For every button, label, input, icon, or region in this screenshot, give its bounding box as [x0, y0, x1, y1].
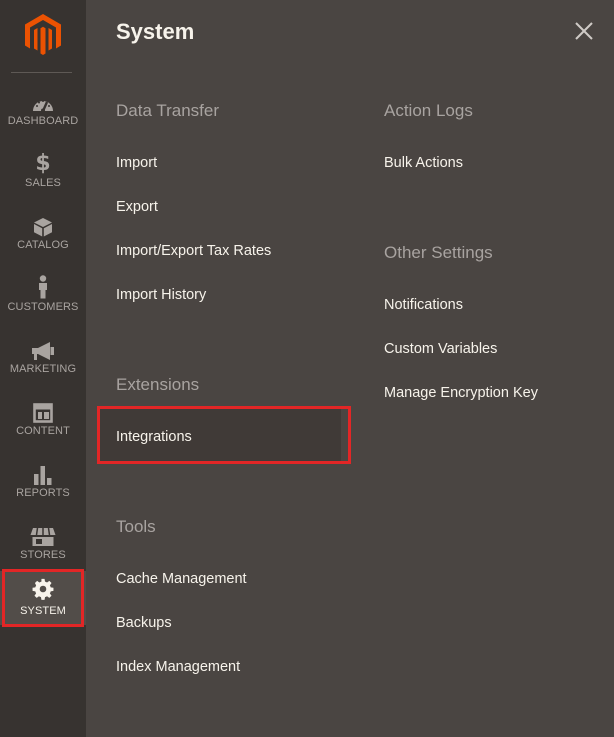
menu-link-import-export-tax-rates[interactable]: Import/Export Tax Rates	[116, 243, 271, 259]
menu-link-backups[interactable]: Backups	[116, 615, 172, 631]
sidebar-item-dashboard[interactable]: DASHBOARD	[0, 87, 86, 149]
layout-icon	[0, 397, 86, 423]
menu-link-cache-management[interactable]: Cache Management	[116, 571, 247, 587]
dollar-icon: $	[35, 151, 51, 176]
menu-link-import-history[interactable]: Import History	[116, 287, 206, 303]
menu-link-index-management[interactable]: Index Management	[116, 659, 240, 675]
sidebar-item-sales[interactable]: $ SALES	[0, 149, 86, 211]
sidebar-divider	[11, 72, 72, 73]
section-title-data-transfer: Data Transfer	[116, 101, 219, 120]
highlight-box	[2, 569, 84, 627]
speedometer-icon	[0, 87, 86, 113]
section-title-tools: Tools	[116, 517, 156, 536]
sidebar-item-marketing[interactable]: MARKETING	[0, 335, 86, 397]
sidebar-item-label: CUSTOMERS	[7, 301, 79, 313]
menu-link-import[interactable]: Import	[116, 155, 157, 171]
megaphone-icon	[0, 335, 86, 361]
magento-logo-icon[interactable]	[23, 13, 63, 57]
sidebar-item-label: CONTENT	[16, 425, 70, 437]
sidebar-item-reports[interactable]: REPORTS	[0, 459, 86, 521]
sidebar-item-content[interactable]: CONTENT	[0, 397, 86, 459]
menu-link-custom-variables[interactable]: Custom Variables	[384, 341, 497, 357]
sidebar-item-label: CATALOG	[17, 239, 69, 251]
sidebar-item-label: REPORTS	[16, 487, 70, 499]
person-icon	[0, 273, 86, 299]
bar-chart-icon	[0, 459, 86, 485]
sidebar-item-label: DASHBOARD	[7, 115, 79, 127]
sidebar-item-label: STORES	[20, 549, 66, 561]
sidebar-item-label: SALES	[25, 177, 61, 189]
menu-link-export[interactable]: Export	[116, 199, 158, 215]
section-title-other-settings: Other Settings	[384, 243, 493, 262]
menu-link-bulk-actions[interactable]: Bulk Actions	[384, 155, 463, 171]
admin-sidebar: DASHBOARD $ SALES CATALOG CUSTOMERS MARK…	[0, 0, 86, 737]
page-title: System	[116, 19, 195, 44]
menu-link-notifications[interactable]: Notifications	[384, 297, 463, 313]
close-icon[interactable]	[572, 19, 596, 43]
storefront-icon	[0, 521, 86, 547]
sidebar-item-label: MARKETING	[9, 363, 77, 375]
menu-link-manage-encryption-key[interactable]: Manage Encryption Key	[384, 385, 538, 401]
box-icon	[0, 211, 86, 237]
highlight-box	[97, 406, 351, 464]
sidebar-item-catalog[interactable]: CATALOG	[0, 211, 86, 273]
section-title-extensions: Extensions	[116, 375, 200, 394]
section-title-action-logs: Action Logs	[384, 101, 473, 120]
sidebar-item-customers[interactable]: CUSTOMERS	[0, 273, 86, 335]
